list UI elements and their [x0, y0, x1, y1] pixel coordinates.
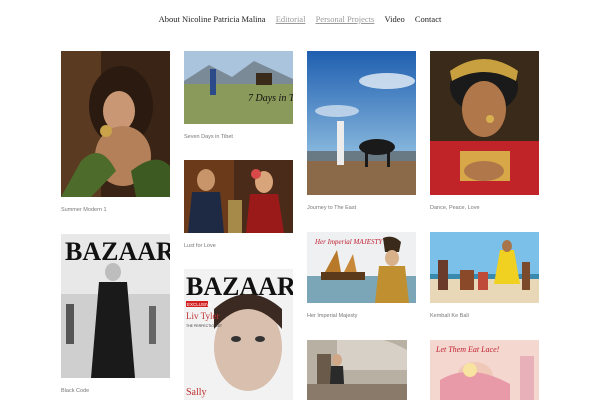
- photo-journey-east[interactable]: [307, 51, 416, 195]
- caption-summer-modern: Summer Modern 1: [61, 207, 107, 213]
- caption-journey-east: Journey to The East: [307, 205, 357, 211]
- caption-dance-peace-love: Dance, Peace, Love: [430, 205, 480, 211]
- lace-overlay-title: Let Them Eat Lace!: [435, 345, 500, 354]
- caption-imperial-majesty: Her Imperial Majesty: [307, 313, 358, 319]
- photo-bazaar-cover[interactable]: BAZAAR EXCLUSIVE Liv Tyler THE PERFECTIO…: [184, 269, 293, 400]
- nav-personal-projects[interactable]: Personal Projects: [316, 14, 375, 24]
- photo-venice-couple[interactable]: [307, 340, 407, 400]
- bazaar-masthead-1: BAZAAR: [65, 237, 170, 266]
- photo-dance-peace-love[interactable]: [430, 51, 539, 195]
- nav-contact[interactable]: Contact: [415, 14, 441, 24]
- nav-video[interactable]: Video: [385, 14, 405, 24]
- caption-lust-for-love: Lust for Love: [184, 243, 216, 249]
- photo-kembali-ke-bali[interactable]: [430, 232, 539, 303]
- photo-seven-days-tibet[interactable]: 7 Days in Tibet: [184, 51, 293, 124]
- photo-lust-for-love[interactable]: [184, 160, 293, 233]
- photo-imperial-majesty[interactable]: Her Imperial MAJESTY: [307, 232, 416, 303]
- bazaar-cover-subline: THE PERFECTIONIST: [186, 324, 223, 328]
- caption-seven-days-tibet: Seven Days in Tibet: [184, 134, 233, 140]
- nav-editorial[interactable]: Editorial: [276, 14, 306, 24]
- photo-let-them-eat-lace[interactable]: Let Them Eat Lace!: [430, 340, 539, 400]
- photo-black-code[interactable]: BAZAAR: [61, 234, 170, 378]
- caption-black-code: Black Code: [61, 388, 90, 394]
- imperial-overlay-title: Her Imperial MAJESTY: [314, 238, 383, 246]
- bazaar-exclusive-badge: EXCLUSIVE: [187, 302, 212, 307]
- bazaar-cover-name: Liv Tyler: [186, 311, 219, 321]
- caption-kembali-ke-bali: Kembali Ke Bali: [430, 313, 469, 319]
- top-navigation: About Nicoline Patricia Malina Editorial…: [0, 14, 600, 24]
- photo-summer-modern[interactable]: [61, 51, 170, 197]
- tibet-overlay-title: 7 Days in Tibet: [248, 93, 293, 104]
- nav-about[interactable]: About Nicoline Patricia Malina: [159, 14, 266, 24]
- bazaar-cover-bottom: Sally: [186, 387, 207, 398]
